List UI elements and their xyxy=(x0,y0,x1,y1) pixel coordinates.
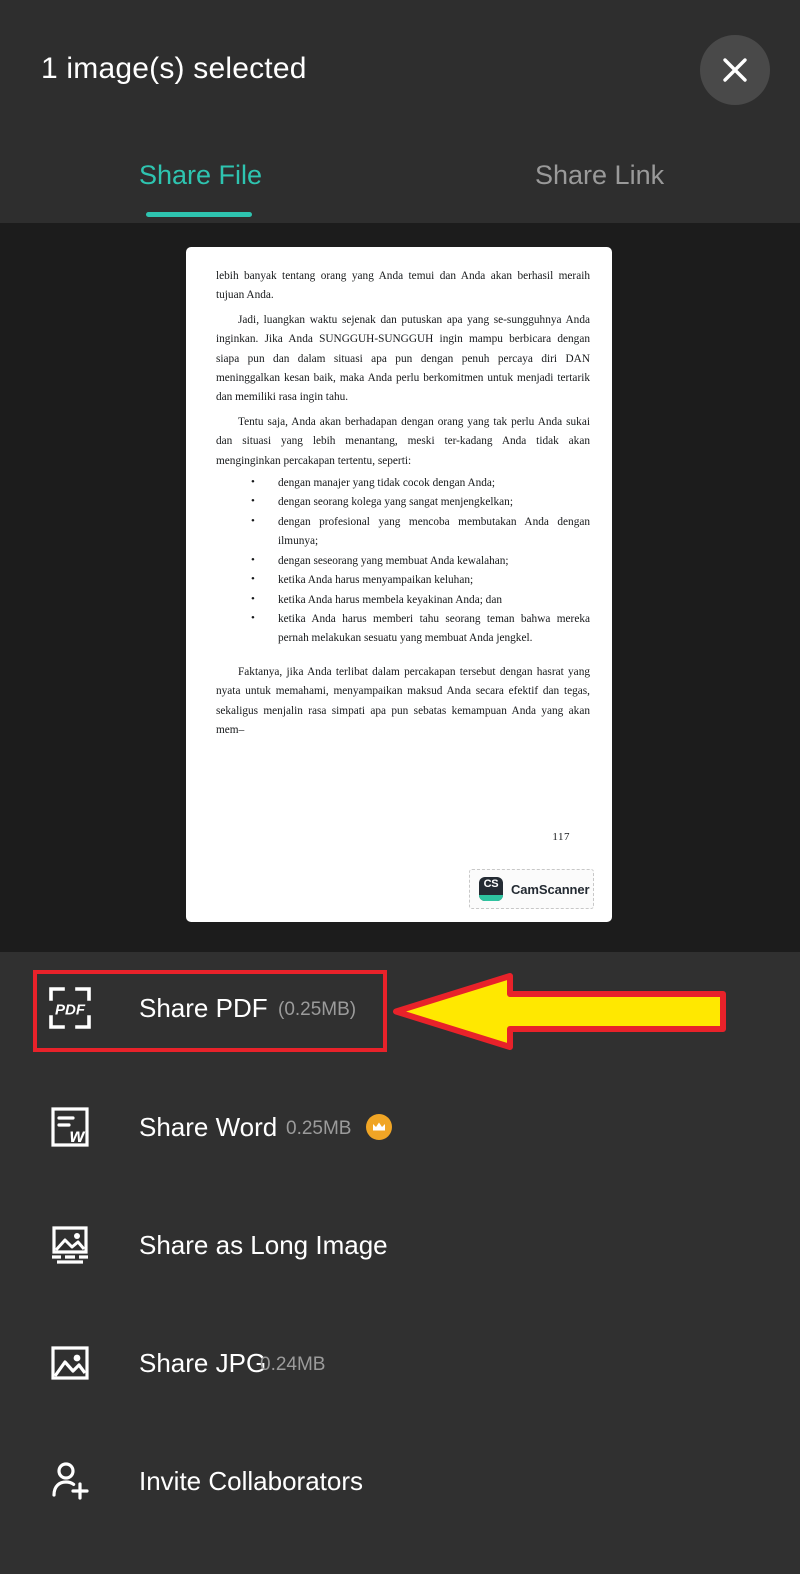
document-bullet-item: dengan profesional yang mencoba membutak… xyxy=(246,512,590,552)
tab-bar: Share File Share Link xyxy=(0,140,800,223)
camscanner-label: CamScanner xyxy=(511,881,590,897)
share-sheet-screen: 1 image(s) selected Share File Share Lin… xyxy=(0,0,800,1574)
share-word-option[interactable]: w Share Word 0.25MB xyxy=(0,1077,800,1177)
header: 1 image(s) selected xyxy=(0,0,800,140)
svg-text:PDF: PDF xyxy=(55,1002,86,1019)
share-word-size: 0.25MB xyxy=(286,1118,352,1139)
document-preview-area: lebih banyak tentang orang yang Anda tem… xyxy=(0,223,800,952)
premium-crown-icon xyxy=(366,1114,392,1140)
document-paragraph: Jadi, luangkan waktu sejenak dan putuska… xyxy=(216,313,590,404)
document-paragraph: Tentu saja, Anda akan berhadapan dengan … xyxy=(216,415,590,467)
camscanner-logo-icon: CS xyxy=(479,877,503,901)
document-bullet-item: ketika Anda harus membela keyakinan Anda… xyxy=(246,589,590,610)
svg-text:w: w xyxy=(70,1126,86,1147)
share-pdf-size: (0.25MB) xyxy=(278,999,357,1020)
document-bullet-item: ketika Anda harus memberi tahu seorang t… xyxy=(246,609,590,649)
share-word-label: Share Word xyxy=(139,1111,278,1142)
document-text-body: lebih banyak tentang orang yang Anda tem… xyxy=(216,267,590,740)
close-button[interactable] xyxy=(700,35,770,105)
share-options-list: PDF Share PDF (0.25MB) w Share Word 0.25… xyxy=(0,952,800,1574)
share-as-long-image-option[interactable]: Share as Long Image xyxy=(0,1195,800,1295)
long-image-icon xyxy=(45,1220,95,1270)
invite-collaborators-option[interactable]: Invite Collaborators xyxy=(0,1431,800,1531)
image-icon xyxy=(45,1338,95,1388)
tab-share-link[interactable]: Share Link xyxy=(535,160,664,191)
person-add-icon xyxy=(45,1456,95,1506)
share-jpg-label: Share JPG xyxy=(139,1347,267,1378)
document-bullet-item: dengan seseorang yang membuat Anda kewal… xyxy=(246,551,590,571)
document-bullet-list: dengan manajer yang tidak cocok dengan A… xyxy=(246,473,590,649)
share-jpg-size: 0.24MB xyxy=(260,1354,326,1375)
share-pdf-option[interactable]: PDF Share PDF (0.25MB) xyxy=(0,958,800,1058)
document-page-number: 117 xyxy=(552,831,570,843)
document-paragraph: lebih banyak tentang orang yang Anda tem… xyxy=(216,270,590,302)
document-bullet-item: dengan manajer yang tidak cocok dengan A… xyxy=(246,473,590,493)
document-page-thumbnail[interactable]: lebih banyak tentang orang yang Anda tem… xyxy=(186,247,612,922)
document-bullet-item: ketika Anda harus menyampaikan keluhan; xyxy=(246,570,590,590)
active-tab-indicator xyxy=(146,212,252,217)
document-bullet-item: dengan seorang kolega yang sangat menjen… xyxy=(246,492,590,512)
pdf-file-icon: PDF xyxy=(45,983,95,1033)
share-as-long-image-label: Share as Long Image xyxy=(139,1229,388,1260)
word-file-icon: w xyxy=(45,1102,95,1152)
share-jpg-option[interactable]: Share JPG 0.24MB xyxy=(0,1313,800,1413)
camscanner-logo-text: CS xyxy=(483,878,499,890)
camscanner-watermark: CS CamScanner xyxy=(469,869,594,909)
tab-share-file[interactable]: Share File xyxy=(139,160,262,191)
invite-collaborators-label: Invite Collaborators xyxy=(139,1465,363,1496)
document-paragraph: Faktanya, jika Anda terlibat dalam perca… xyxy=(216,665,590,736)
page-title: 1 image(s) selected xyxy=(41,52,307,85)
share-pdf-label: Share PDF xyxy=(139,992,268,1023)
